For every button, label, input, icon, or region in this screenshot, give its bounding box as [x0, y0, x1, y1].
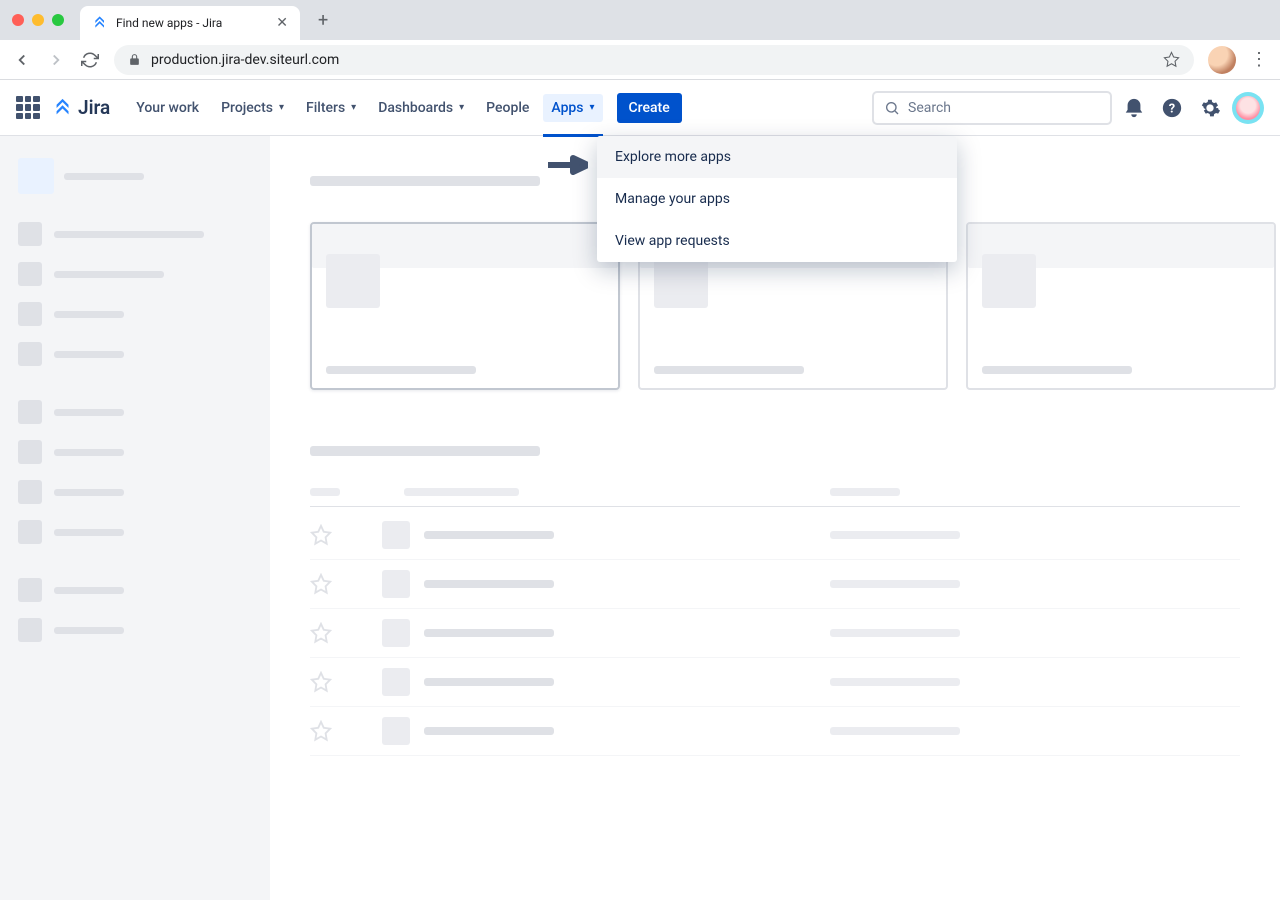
browser-profile-avatar[interactable] [1208, 46, 1236, 74]
apps-dropdown-menu: Explore more apps Manage your apps View … [597, 136, 957, 262]
search-placeholder: Search [908, 100, 951, 116]
nav-people[interactable]: People [478, 94, 537, 122]
sidebar-item-skeleton [18, 618, 252, 642]
browser-tab[interactable]: Find new apps - Jira ✕ [80, 6, 300, 40]
chevron-down-icon: ▾ [459, 102, 464, 113]
menu-explore-more-apps[interactable]: Explore more apps [597, 136, 957, 178]
table-row-skeleton[interactable] [310, 707, 1240, 756]
maximize-window[interactable] [52, 14, 64, 26]
sidebar-project-icon-skeleton [18, 158, 54, 194]
nav-dashboards[interactable]: Dashboards▾ [370, 94, 472, 122]
svg-text:?: ? [1169, 101, 1175, 116]
jira-top-nav: Jira Your work Projects▾ Filters▾ Dashbo… [0, 80, 1280, 136]
forward-button[interactable] [46, 50, 66, 70]
section-heading-skeleton [310, 176, 540, 186]
settings-icon[interactable] [1194, 92, 1226, 124]
browser-menu-icon[interactable]: ⋮ [1250, 49, 1268, 70]
sidebar-item-skeleton [18, 262, 252, 286]
sidebar-title-skeleton [64, 173, 144, 180]
star-icon[interactable] [310, 524, 332, 546]
create-button[interactable]: Create [617, 93, 682, 123]
star-icon[interactable] [310, 622, 332, 644]
search-input[interactable]: Search [872, 91, 1112, 125]
jira-logo-icon [52, 97, 74, 119]
user-avatar[interactable] [1232, 92, 1264, 124]
table-row-skeleton[interactable] [310, 560, 1240, 609]
star-icon[interactable] [310, 671, 332, 693]
nav-projects[interactable]: Projects▾ [213, 94, 292, 122]
reload-button[interactable] [80, 50, 100, 70]
tab-title: Find new apps - Jira [116, 16, 268, 30]
close-window[interactable] [12, 14, 24, 26]
sidebar-item-skeleton [18, 480, 252, 504]
sidebar-item-skeleton [18, 440, 252, 464]
sidebar-item-skeleton [18, 222, 252, 246]
table-row-skeleton[interactable] [310, 658, 1240, 707]
back-button[interactable] [12, 50, 32, 70]
search-icon [884, 100, 900, 116]
sidebar [0, 136, 270, 900]
nav-your-work[interactable]: Your work [128, 94, 207, 122]
app-card-skeleton[interactable] [966, 222, 1276, 390]
chevron-down-icon: ▾ [351, 102, 356, 113]
lock-icon [128, 53, 141, 66]
table-header-skeleton [310, 488, 1280, 496]
notifications-icon[interactable] [1118, 92, 1150, 124]
star-icon[interactable] [310, 720, 332, 742]
nav-filters[interactable]: Filters▾ [298, 94, 364, 122]
sidebar-item-skeleton [18, 400, 252, 424]
app-switcher-icon[interactable] [16, 96, 40, 120]
browser-tab-bar: Find new apps - Jira ✕ + [0, 0, 1280, 40]
chevron-down-icon: ▾ [590, 102, 595, 113]
nav-apps[interactable]: Apps▾ [543, 94, 602, 122]
app-card-skeleton[interactable] [310, 222, 620, 390]
sidebar-item-skeleton [18, 578, 252, 602]
sidebar-item-skeleton [18, 342, 252, 366]
jira-logo-text: Jira [78, 96, 110, 119]
sidebar-item-skeleton [18, 302, 252, 326]
close-tab-icon[interactable]: ✕ [276, 15, 288, 31]
sidebar-header [18, 158, 252, 194]
menu-view-app-requests[interactable]: View app requests [597, 220, 957, 262]
address-bar[interactable]: production.jira-dev.siteurl.com [114, 45, 1194, 75]
url-text: production.jira-dev.siteurl.com [151, 52, 1153, 68]
browser-toolbar: production.jira-dev.siteurl.com ⋮ [0, 40, 1280, 80]
jira-tab-icon [92, 15, 108, 31]
window-controls [12, 14, 64, 26]
table-row-skeleton[interactable] [310, 609, 1240, 658]
sidebar-item-skeleton [18, 520, 252, 544]
annotation-arrow-icon [548, 155, 588, 175]
menu-manage-your-apps[interactable]: Manage your apps [597, 178, 957, 220]
table-row-skeleton[interactable] [310, 511, 1240, 560]
star-icon[interactable] [310, 573, 332, 595]
help-icon[interactable]: ? [1156, 92, 1188, 124]
minimize-window[interactable] [32, 14, 44, 26]
chevron-down-icon: ▾ [279, 102, 284, 113]
bookmark-star-icon[interactable] [1163, 51, 1180, 68]
section-heading-skeleton [310, 446, 540, 456]
jira-logo[interactable]: Jira [52, 96, 110, 119]
new-tab-button[interactable]: + [318, 10, 328, 31]
